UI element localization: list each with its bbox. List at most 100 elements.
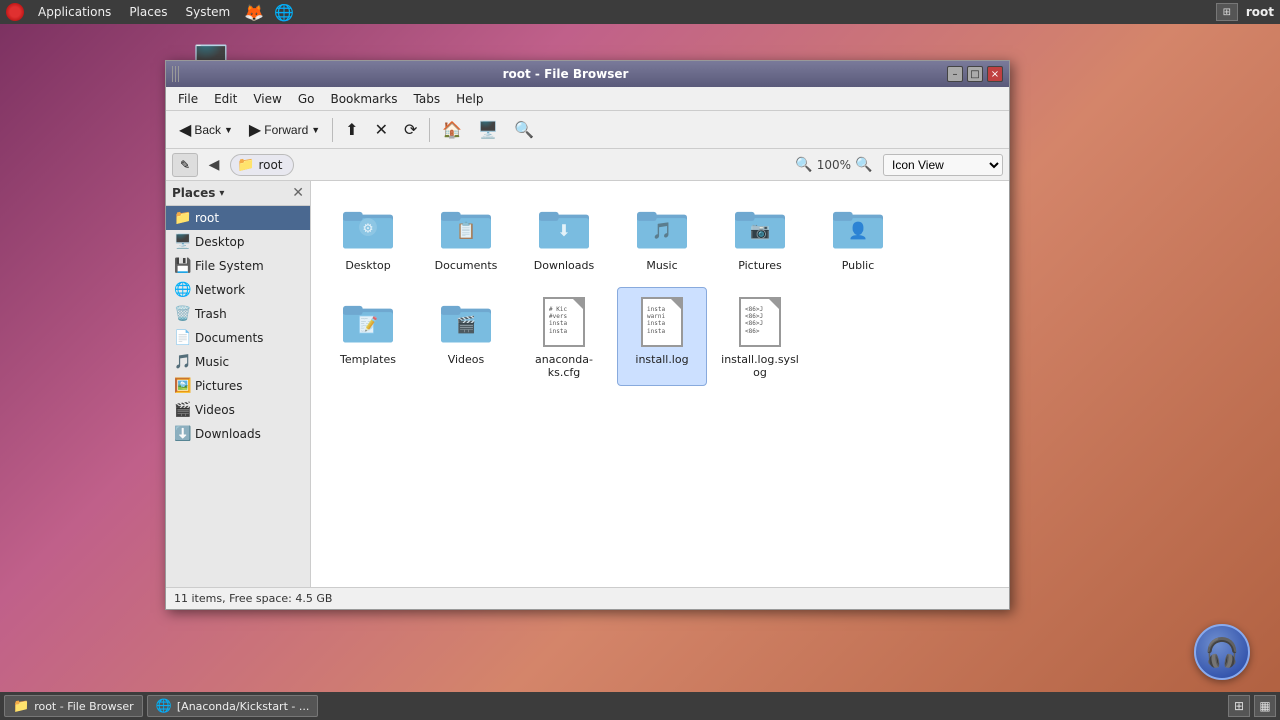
file-item-downloads[interactable]: ⬇ Downloads	[519, 193, 609, 279]
menu-edit[interactable]: Edit	[206, 90, 245, 108]
titlebar: root - File Browser – □ ×	[166, 61, 1009, 87]
file-item-installlogsyslog[interactable]: <86>J<86>J<86>J<86> install.log.syslog	[715, 287, 805, 386]
computer-button[interactable]: 🖥️	[471, 115, 505, 145]
menu-bookmarks[interactable]: Bookmarks	[322, 90, 405, 108]
sidebar-item-videos[interactable]: 🎬 Videos	[166, 398, 310, 422]
file-item-pictures[interactable]: 📷 Pictures	[715, 193, 805, 279]
svg-text:📝: 📝	[358, 315, 378, 334]
taskbar-bottom-right: ⊞ ▦	[1228, 695, 1276, 717]
system-menu[interactable]: System	[181, 3, 234, 21]
file-item-anaconda[interactable]: # Kic#versinstainsta anaconda-ks.cfg	[519, 287, 609, 386]
sidebar-title: Places	[172, 186, 215, 200]
close-button[interactable]: ×	[987, 66, 1003, 82]
zoom-level: 100%	[817, 158, 851, 172]
toolbar-separator-2	[429, 118, 430, 142]
folder-pictures-icon: 📷	[732, 200, 788, 256]
network-icon[interactable]: 🌐	[274, 3, 294, 22]
folder-public-icon: 👤	[830, 200, 886, 256]
sidebar-documents-icon: 📄	[174, 330, 190, 346]
taskbar-right: ⊞ root	[1216, 3, 1274, 21]
back-label: Back	[194, 123, 221, 137]
location-text: root	[258, 158, 282, 172]
home-toolbar-icon: 🏠	[442, 120, 462, 140]
file-label-anaconda: anaconda-ks.cfg	[524, 353, 604, 379]
sidebar-item-root[interactable]: 📁 root	[166, 206, 310, 230]
applications-menu[interactable]: Applications	[34, 3, 115, 21]
svg-text:🎵: 🎵	[652, 221, 672, 240]
sidebar-trash-icon: 🗑️	[174, 306, 190, 322]
sidebar-item-network[interactable]: 🌐 Network	[166, 278, 310, 302]
sidebar-item-filesystem[interactable]: 💾 File System	[166, 254, 310, 278]
file-label-templates: Templates	[340, 353, 396, 366]
file-label-public: Public	[842, 259, 875, 272]
search-button[interactable]: 🔍	[507, 115, 541, 145]
maximize-button[interactable]: □	[967, 66, 983, 82]
sidebar-item-trash[interactable]: 🗑️ Trash	[166, 302, 310, 326]
sidebar-music-label: Music	[195, 355, 229, 369]
folder-videos-icon: 🎬	[438, 294, 494, 350]
svg-text:⚙: ⚙	[362, 220, 373, 235]
sidebar-item-music[interactable]: 🎵 Music	[166, 350, 310, 374]
file-item-public[interactable]: 👤 Public	[813, 193, 903, 279]
file-label-desktop: Desktop	[345, 259, 390, 272]
sidebar-videos-label: Videos	[195, 403, 235, 417]
sidebar-pictures-icon: 🖼️	[174, 378, 190, 394]
view-mode-select[interactable]: Icon View List View Compact View	[883, 154, 1003, 176]
forward-button[interactable]: ▶ Forward ▼	[242, 115, 327, 145]
menu-help[interactable]: Help	[448, 90, 491, 108]
menu-file[interactable]: File	[170, 90, 206, 108]
sidebar-desktop-icon: 🖥️	[174, 234, 190, 250]
sidebar-item-downloads[interactable]: ⬇️ Downloads	[166, 422, 310, 446]
location-back-button[interactable]: ◀	[202, 153, 226, 177]
computer-toolbar-icon: 🖥️	[478, 120, 498, 140]
location-pill[interactable]: 📁 root	[230, 154, 294, 176]
menu-tabs[interactable]: Tabs	[406, 90, 449, 108]
sidebar-item-pictures[interactable]: 🖼️ Pictures	[166, 374, 310, 398]
zoom-out-button[interactable]: 🔍	[794, 155, 814, 175]
sidebar-network-label: Network	[195, 283, 245, 297]
location-folder-icon: 📁	[237, 157, 254, 173]
sidebar-filesystem-label: File System	[195, 259, 264, 273]
show-desktop-button[interactable]: ⊞	[1228, 695, 1250, 717]
file-item-desktop[interactable]: ⚙ Desktop	[323, 193, 413, 279]
reload-button[interactable]: ⟳	[397, 115, 424, 145]
menu-view[interactable]: View	[245, 90, 289, 108]
textfile-installlogsyslog-icon: <86>J<86>J<86>J<86>	[732, 294, 788, 350]
sidebar-header[interactable]: Places ▾ ✕	[166, 181, 310, 206]
windows-list-button[interactable]: ▦	[1254, 695, 1276, 717]
minimize-button[interactable]: –	[947, 66, 963, 82]
sidebar-close-button[interactable]: ✕	[292, 185, 304, 201]
taskbar-top: Applications Places System 🦊 🌐 ⊞ root	[0, 0, 1280, 24]
sidebar-pictures-label: Pictures	[195, 379, 243, 393]
file-content-area[interactable]: ⚙ Desktop 📋 Documents	[311, 181, 1009, 587]
home-button[interactable]: 🏠	[435, 115, 469, 145]
folder-desktop-icon: ⚙	[340, 200, 396, 256]
file-item-documents[interactable]: 📋 Documents	[421, 193, 511, 279]
window-grip	[172, 66, 180, 82]
filebrowser-taskbar-label: root - File Browser	[34, 700, 134, 713]
menu-go[interactable]: Go	[290, 90, 323, 108]
back-button[interactable]: ◀ Back ▼	[172, 115, 240, 145]
places-menu[interactable]: Places	[125, 3, 171, 21]
stop-button[interactable]: ✕	[368, 115, 395, 145]
sidebar-downloads-icon: ⬇️	[174, 426, 190, 442]
file-item-music[interactable]: 🎵 Music	[617, 193, 707, 279]
sidebar-downloads-label: Downloads	[195, 427, 261, 441]
up-button[interactable]: ⬆	[338, 115, 365, 145]
file-label-installlog: install.log	[635, 353, 688, 366]
file-item-templates[interactable]: 📝 Templates	[323, 287, 413, 386]
file-item-installlog[interactable]: instawarniinstainsta install.log	[617, 287, 707, 386]
sidebar-filesystem-icon: 💾	[174, 258, 190, 274]
taskbar-anaconda-item[interactable]: 🌐 [Anaconda/Kickstart - ...	[147, 695, 319, 717]
sidebar-item-documents[interactable]: 📄 Documents	[166, 326, 310, 350]
zoom-in-button[interactable]: 🔍	[854, 155, 874, 175]
folder-music-icon: 🎵	[634, 200, 690, 256]
file-label-videos: Videos	[448, 353, 485, 366]
taskbar-filebrowser-item[interactable]: 📁 root - File Browser	[4, 695, 143, 717]
sidebar-trash-label: Trash	[195, 307, 227, 321]
file-item-videos[interactable]: 🎬 Videos	[421, 287, 511, 386]
location-toggle-button[interactable]: ✎	[172, 153, 198, 177]
sidebar-item-desktop[interactable]: 🖥️ Desktop	[166, 230, 310, 254]
avatar: 🎧	[1194, 624, 1250, 680]
firefox-icon[interactable]: 🦊	[244, 3, 264, 22]
